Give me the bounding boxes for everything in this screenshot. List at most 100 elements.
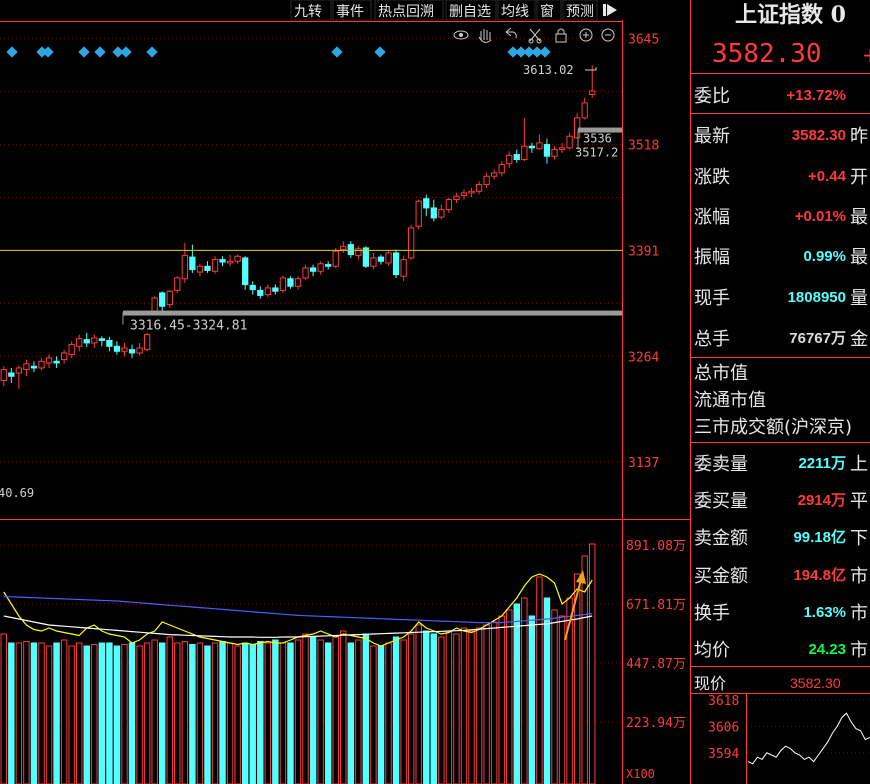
candle-body bbox=[166, 290, 173, 306]
volume-bar bbox=[68, 645, 75, 784]
quote-row-value: +0.44 bbox=[808, 168, 847, 185]
volume-bar bbox=[219, 641, 226, 784]
candle-body bbox=[159, 292, 166, 307]
candle-body bbox=[15, 367, 23, 374]
volume-bar bbox=[423, 630, 430, 784]
volume-bar bbox=[415, 624, 422, 784]
quote-plain-label: 三市成交额(沪深京) bbox=[694, 417, 852, 438]
price-tick-label: 3518 bbox=[628, 139, 659, 154]
volume-bar bbox=[445, 630, 453, 784]
candle-body bbox=[68, 344, 75, 356]
quote-plain-label: 总市值 bbox=[694, 363, 748, 384]
candle-body bbox=[294, 278, 302, 287]
quote-row-value: 24.23 bbox=[808, 641, 846, 658]
candle-body bbox=[204, 265, 211, 271]
candle-body bbox=[53, 360, 60, 364]
candle-body bbox=[543, 144, 551, 157]
candle-body bbox=[506, 154, 513, 165]
candle-body bbox=[23, 363, 30, 371]
toolbar-tab-label[interactable]: 事件 bbox=[336, 4, 364, 20]
mini-current-price: 3582.30 bbox=[790, 675, 841, 691]
candlestick bbox=[279, 275, 287, 293]
candle-body bbox=[38, 360, 45, 369]
toolbar-tab[interactable]: 窗 bbox=[536, 0, 562, 21]
volume-bar bbox=[362, 633, 370, 784]
quote-row-value: 2914万 bbox=[798, 492, 846, 509]
candle-body bbox=[264, 287, 271, 296]
volume-unit-label: X100 bbox=[626, 767, 655, 781]
candlestick bbox=[415, 199, 422, 230]
high-price-label: 3613.02 bbox=[523, 63, 574, 77]
mini-tick-label: 3618 bbox=[708, 694, 739, 709]
quote-row-label: 涨幅 bbox=[694, 207, 730, 228]
candle-body bbox=[400, 259, 407, 277]
volume-bar bbox=[430, 633, 438, 784]
toolbar-tab[interactable]: 预测 bbox=[562, 0, 598, 21]
quote-row-side-label: 市 bbox=[850, 566, 868, 587]
candle-body bbox=[340, 245, 347, 251]
volume-bar bbox=[438, 636, 445, 784]
volume-bar bbox=[166, 636, 173, 784]
candle-body bbox=[498, 164, 505, 174]
candle-body bbox=[143, 334, 151, 351]
candle-body bbox=[558, 147, 566, 151]
resistance-low-label: 3517.2 bbox=[575, 146, 618, 160]
quote-row-side-label: 量 bbox=[850, 288, 868, 309]
security-price: 3582.30 bbox=[712, 39, 822, 69]
volume-tick-label: 671.81万 bbox=[626, 598, 686, 613]
candle-body bbox=[249, 284, 256, 291]
candle-body bbox=[423, 198, 430, 209]
volume-bar bbox=[536, 576, 543, 784]
volume-bar bbox=[340, 630, 347, 784]
quote-row-label: 涨跌 bbox=[694, 167, 730, 188]
volume-bar bbox=[113, 645, 121, 784]
volume-bar bbox=[506, 609, 513, 784]
candle-body bbox=[355, 248, 362, 256]
candle-body bbox=[113, 345, 121, 352]
quote-row-side-label: 市 bbox=[850, 640, 868, 661]
volume-bar bbox=[204, 645, 211, 784]
toolbar-tab-label[interactable]: 窗 bbox=[540, 3, 554, 20]
toolbar-tab-label[interactable]: 九转 bbox=[294, 4, 322, 20]
volume-tick-label: 447.87万 bbox=[626, 657, 686, 672]
volume-bar bbox=[573, 573, 581, 784]
toolbar-tab[interactable]: 均线 bbox=[497, 0, 536, 21]
toolbar-tab-label[interactable]: 均线 bbox=[501, 4, 529, 20]
candlestick bbox=[332, 247, 339, 268]
candle-body bbox=[309, 267, 317, 272]
volume-bar bbox=[558, 615, 566, 784]
low-price-label: 40.69 bbox=[0, 486, 34, 500]
support-band bbox=[123, 310, 622, 316]
quote-row-side-label: 昨 bbox=[850, 126, 868, 147]
volume-bar bbox=[60, 639, 68, 784]
price-tick-label: 3391 bbox=[628, 244, 659, 259]
volume-bar bbox=[317, 639, 324, 784]
toolbar-tab[interactable]: 热点回溯 bbox=[374, 0, 444, 21]
quote-row-value: 0.99% bbox=[803, 248, 846, 265]
collapse-bar bbox=[603, 4, 606, 16]
toolbar-tab-label[interactable]: 热点回溯 bbox=[378, 4, 434, 20]
volume-tick-label: 223.94万 bbox=[626, 716, 686, 731]
volume-bar bbox=[143, 642, 151, 784]
toolbar-tab-label[interactable]: 预测 bbox=[566, 4, 594, 20]
toolbar-tab[interactable]: 事件 bbox=[332, 0, 372, 21]
quote-row-label: 买金额 bbox=[694, 566, 748, 587]
price-change-sign: + bbox=[862, 43, 870, 67]
quote-row-value: 76767万 bbox=[789, 330, 846, 347]
volume-bar bbox=[75, 642, 83, 784]
candle-body bbox=[566, 135, 573, 149]
quote-row-value: 2211万 bbox=[798, 455, 846, 472]
volume-bar bbox=[543, 597, 551, 784]
candle-body bbox=[272, 287, 279, 292]
volume-bar bbox=[483, 624, 490, 784]
quote-row-label: 委比 bbox=[694, 86, 730, 107]
candle-body bbox=[325, 264, 332, 267]
toolbar-tab[interactable]: 删自选 bbox=[445, 0, 497, 21]
toolbar-tab-label[interactable]: 删自选 bbox=[449, 4, 491, 20]
candle-body bbox=[121, 347, 128, 352]
candle-body bbox=[408, 227, 415, 259]
volume-bar bbox=[498, 615, 505, 784]
volume-bar bbox=[211, 642, 219, 784]
price-tick-label: 3137 bbox=[628, 456, 659, 471]
toolbar-tab[interactable]: 九转 bbox=[290, 0, 332, 21]
